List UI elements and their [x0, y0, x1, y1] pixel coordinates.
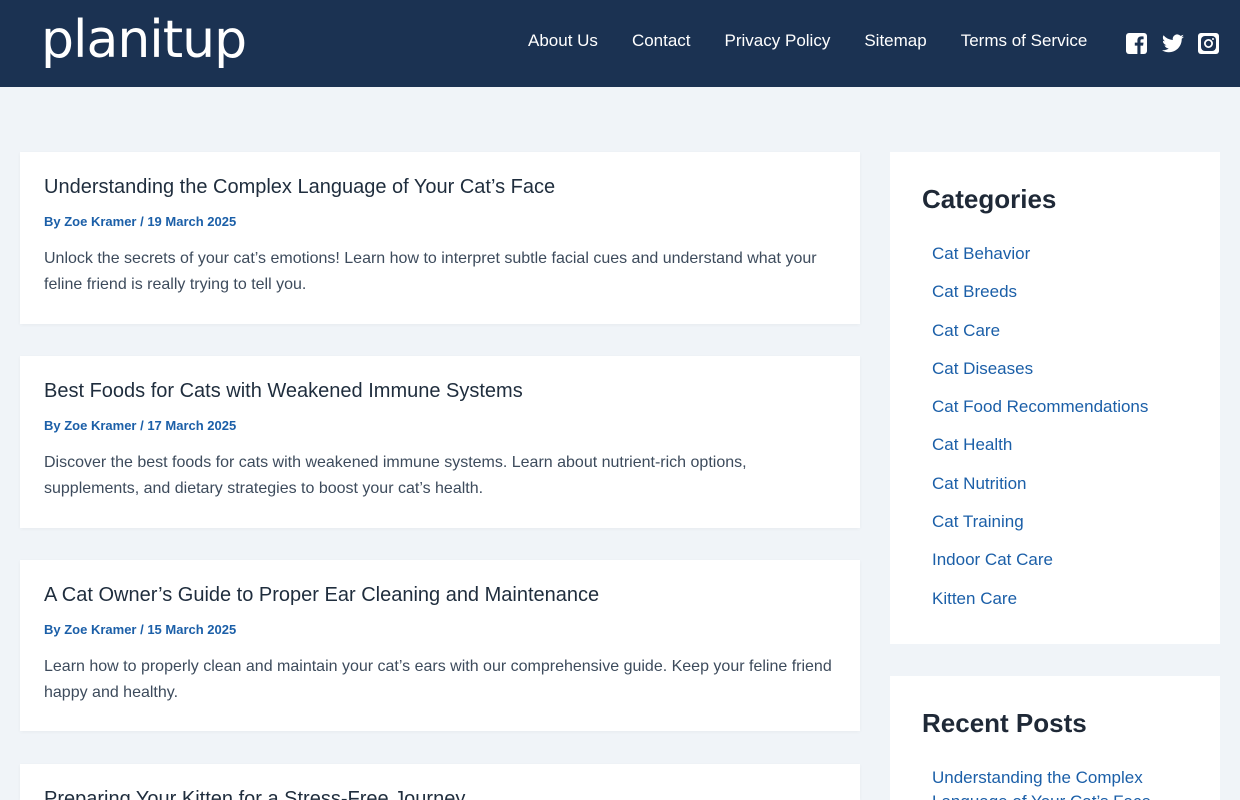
nav-privacy-policy[interactable]: Privacy Policy	[725, 31, 831, 51]
main-nav: About Us Contact Privacy Policy Sitemap …	[528, 31, 1121, 51]
site-header: planitup About Us Contact Privacy Policy…	[0, 0, 1240, 87]
category-link[interactable]: Cat Breeds	[932, 280, 1148, 318]
article-title[interactable]: Understanding the Complex Language of Yo…	[44, 176, 555, 199]
article-excerpt: Discover the best foods for cats with we…	[44, 454, 747, 497]
article-title[interactable]: Best Foods for Cats with Weakened Immune…	[44, 380, 523, 403]
category-link[interactable]: Indoor Cat Care	[932, 548, 1148, 586]
category-link[interactable]: Cat Behavior	[932, 242, 1148, 280]
category-link[interactable]: Cat Nutrition	[932, 472, 1148, 510]
article-card: Preparing Your Kitten for a Stress-Free …	[20, 764, 860, 800]
article-excerpt: Unlock the secrets of your cat’s emotion…	[44, 250, 817, 293]
article-card: A Cat Owner’s Guide to Proper Ear Cleani…	[20, 560, 860, 731]
article-excerpt: Learn how to properly clean and maintain…	[44, 658, 832, 701]
recent-posts-list: Understanding the Complex Language of Yo…	[932, 766, 1172, 800]
category-link[interactable]: Kitten Care	[932, 587, 1148, 625]
facebook-icon[interactable]	[1125, 32, 1148, 55]
site-logo[interactable]: planitup	[41, 14, 247, 66]
category-link[interactable]: Cat Training	[932, 510, 1148, 548]
article-title[interactable]: Preparing Your Kitten for a Stress-Free …	[44, 788, 465, 800]
twitter-icon[interactable]	[1161, 32, 1184, 55]
category-link[interactable]: Cat Health	[932, 433, 1148, 471]
categories-title: Categories	[922, 184, 1057, 214]
article-meta: By Zoe Kramer / 17 March 2025	[44, 418, 237, 433]
nav-terms-of-service[interactable]: Terms of Service	[961, 31, 1088, 51]
social-links	[1125, 32, 1220, 55]
instagram-icon[interactable]	[1197, 32, 1220, 55]
recent-posts-widget: Recent Posts Understanding the Complex L…	[890, 676, 1220, 800]
article-meta: By Zoe Kramer / 15 March 2025	[44, 622, 237, 637]
article-title[interactable]: A Cat Owner’s Guide to Proper Ear Cleani…	[44, 584, 599, 607]
recent-post-link[interactable]: Understanding the Complex Language of Yo…	[932, 766, 1172, 800]
category-link[interactable]: Cat Diseases	[932, 357, 1148, 395]
nav-contact[interactable]: Contact	[632, 31, 691, 51]
category-link[interactable]: Cat Care	[932, 319, 1148, 357]
category-link[interactable]: Cat Food Recommendations	[932, 395, 1148, 433]
nav-about-us[interactable]: About Us	[528, 31, 598, 51]
nav-sitemap[interactable]: Sitemap	[864, 31, 926, 51]
article-card: Best Foods for Cats with Weakened Immune…	[20, 356, 860, 528]
article-meta: By Zoe Kramer / 19 March 2025	[44, 214, 237, 229]
article-card: Understanding the Complex Language of Yo…	[20, 152, 860, 324]
categories-widget: Categories Cat Behavior Cat Breeds Cat C…	[890, 152, 1220, 644]
categories-list: Cat Behavior Cat Breeds Cat Care Cat Dis…	[932, 242, 1148, 625]
recent-posts-title: Recent Posts	[922, 708, 1087, 738]
